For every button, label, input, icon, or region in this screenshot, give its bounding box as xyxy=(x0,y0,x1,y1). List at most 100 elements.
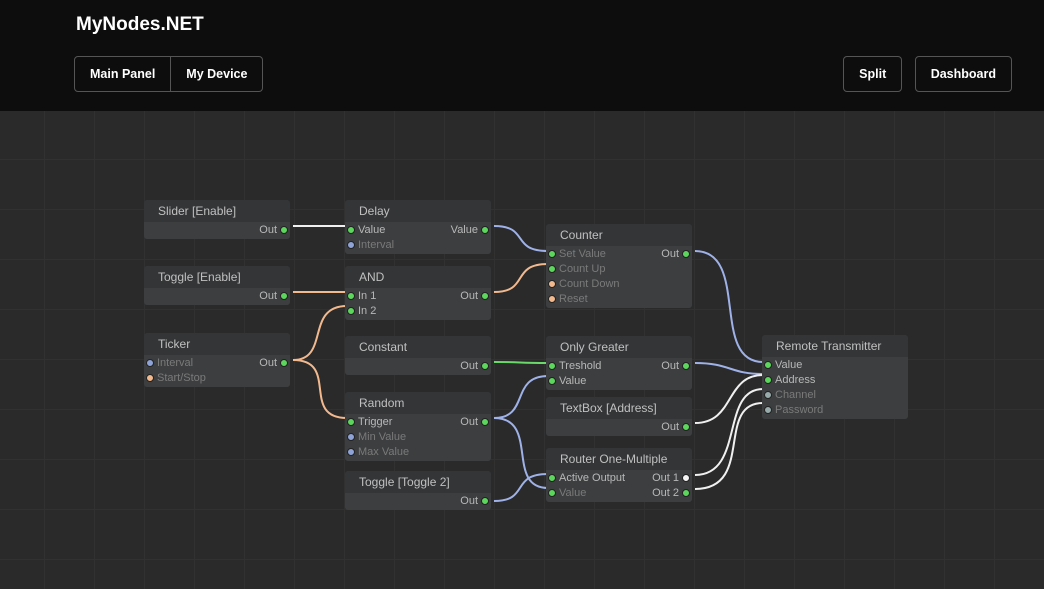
port-label: Out xyxy=(460,416,478,428)
node-title: Remote Transmitter xyxy=(762,335,908,357)
input-port-icon[interactable] xyxy=(764,406,772,414)
input-port-icon[interactable] xyxy=(548,362,556,370)
port-label: Out xyxy=(259,224,277,236)
node-title: Random xyxy=(345,392,491,414)
input-port-icon[interactable] xyxy=(548,265,556,273)
node-counter[interactable]: Counter Set Value Out Count Up Count Dow… xyxy=(546,224,692,308)
node-remote-transmitter[interactable]: Remote Transmitter Value Address Channel… xyxy=(762,335,908,419)
node-ticker[interactable]: Ticker Interval Out Start/Stop xyxy=(144,333,290,387)
port-label: Reset xyxy=(559,293,588,305)
input-port-icon[interactable] xyxy=(347,292,355,300)
port-label: Out xyxy=(661,421,679,433)
my-device-button[interactable]: My Device xyxy=(171,56,263,92)
port-label: In 2 xyxy=(358,305,376,317)
node-textbox-address[interactable]: TextBox [Address] Out xyxy=(546,397,692,436)
output-port-icon[interactable] xyxy=(682,362,690,370)
node-and[interactable]: AND In 1 Out In 2 xyxy=(345,266,491,320)
brand-title: MyNodes.NET xyxy=(0,14,1044,56)
node-constant[interactable]: Constant Out xyxy=(345,336,491,375)
input-port-icon[interactable] xyxy=(548,280,556,288)
port-label: Out xyxy=(259,357,277,369)
input-port-icon[interactable] xyxy=(146,374,154,382)
node-title: Delay xyxy=(345,200,491,222)
port-label: Out xyxy=(661,360,679,372)
node-slider[interactable]: Slider [Enable] Out xyxy=(144,200,290,239)
output-port-icon[interactable] xyxy=(682,250,690,258)
port-label: Value xyxy=(559,487,586,499)
app-header: MyNodes.NET Main Panel My Device Split D… xyxy=(0,0,1044,111)
node-title: Slider [Enable] xyxy=(144,200,290,222)
port-label: Trigger xyxy=(358,416,392,428)
port-label: Out xyxy=(460,360,478,372)
port-label: Interval xyxy=(157,357,193,369)
input-port-icon[interactable] xyxy=(764,361,772,369)
node-router[interactable]: Router One-Multiple Active Output Out 1 … xyxy=(546,448,692,502)
output-port-icon[interactable] xyxy=(280,292,288,300)
node-title: Counter xyxy=(546,224,692,246)
port-label: Start/Stop xyxy=(157,372,206,384)
port-label: Min Value xyxy=(358,431,406,443)
node-title: TextBox [Address] xyxy=(546,397,692,419)
output-port-icon[interactable] xyxy=(481,362,489,370)
node-delay[interactable]: Delay Value Value Interval xyxy=(345,200,491,254)
input-port-icon[interactable] xyxy=(347,433,355,441)
port-label: Channel xyxy=(775,389,816,401)
input-port-icon[interactable] xyxy=(548,250,556,258)
node-random[interactable]: Random Trigger Out Min Value Max Value xyxy=(345,392,491,461)
node-title: Constant xyxy=(345,336,491,358)
node-only-greater[interactable]: Only Greater Treshold Out Value xyxy=(546,336,692,390)
output-port-icon[interactable] xyxy=(481,226,489,234)
port-label: Interval xyxy=(358,239,394,251)
output-port-icon[interactable] xyxy=(682,489,690,497)
port-label: Value xyxy=(559,375,586,387)
input-port-icon[interactable] xyxy=(548,295,556,303)
port-label: Out xyxy=(460,290,478,302)
input-port-icon[interactable] xyxy=(347,418,355,426)
port-label: Out 1 xyxy=(652,472,679,484)
input-port-icon[interactable] xyxy=(347,226,355,234)
output-port-icon[interactable] xyxy=(280,359,288,367)
node-toggle-2[interactable]: Toggle [Toggle 2] Out xyxy=(345,471,491,510)
output-port-icon[interactable] xyxy=(481,292,489,300)
node-title: Toggle [Enable] xyxy=(144,266,290,288)
input-port-icon[interactable] xyxy=(764,391,772,399)
port-label: Value xyxy=(358,224,385,236)
node-title: Toggle [Toggle 2] xyxy=(345,471,491,493)
output-port-icon[interactable] xyxy=(682,474,690,482)
port-label: Max Value xyxy=(358,446,409,458)
node-title: AND xyxy=(345,266,491,288)
input-port-icon[interactable] xyxy=(764,376,772,384)
node-canvas[interactable]: Slider [Enable] Out Toggle [Enable] Out … xyxy=(0,111,1044,589)
input-port-icon[interactable] xyxy=(347,307,355,315)
output-port-icon[interactable] xyxy=(280,226,288,234)
node-title: Only Greater xyxy=(546,336,692,358)
nav-group: Main Panel My Device xyxy=(74,56,263,92)
output-port-icon[interactable] xyxy=(481,418,489,426)
input-port-icon[interactable] xyxy=(548,377,556,385)
port-label: Address xyxy=(775,374,815,386)
port-label: Out xyxy=(661,248,679,260)
input-port-icon[interactable] xyxy=(548,474,556,482)
node-title: Ticker xyxy=(144,333,290,355)
input-port-icon[interactable] xyxy=(347,241,355,249)
port-label: Count Down xyxy=(559,278,620,290)
split-button[interactable]: Split xyxy=(843,56,902,92)
port-label: Count Up xyxy=(559,263,605,275)
input-port-icon[interactable] xyxy=(146,359,154,367)
toolbar: Main Panel My Device Split Dashboard xyxy=(0,56,1044,92)
port-label: Active Output xyxy=(559,472,625,484)
port-label: Set Value xyxy=(559,248,606,260)
port-label: Value xyxy=(451,224,478,236)
port-label: Out 2 xyxy=(652,487,679,499)
output-port-icon[interactable] xyxy=(682,423,690,431)
output-port-icon[interactable] xyxy=(481,497,489,505)
input-port-icon[interactable] xyxy=(347,448,355,456)
node-toggle-enable[interactable]: Toggle [Enable] Out xyxy=(144,266,290,305)
main-panel-button[interactable]: Main Panel xyxy=(74,56,171,92)
port-label: In 1 xyxy=(358,290,376,302)
input-port-icon[interactable] xyxy=(548,489,556,497)
port-label: Out xyxy=(259,290,277,302)
port-label: Treshold xyxy=(559,360,601,372)
dashboard-button[interactable]: Dashboard xyxy=(915,56,1012,92)
right-buttons: Split Dashboard xyxy=(835,56,1012,92)
